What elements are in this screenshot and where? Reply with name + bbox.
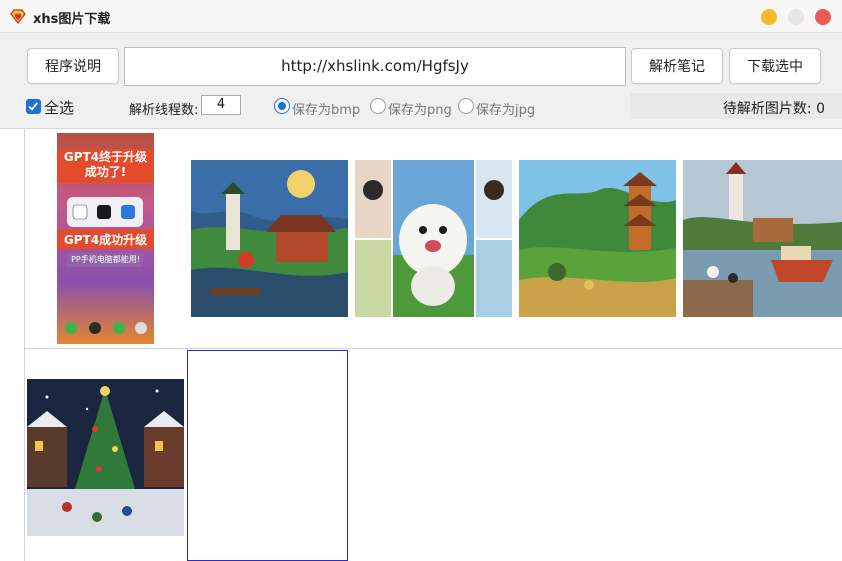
poster-headline: GPT4终于升级 成功了!: [57, 150, 154, 180]
maximize-button[interactable]: [788, 9, 804, 25]
options-row: 全选 解析线程数: 4 保存为bmp 保存为png 保存为jpg 待解析图片数:…: [0, 93, 842, 121]
checkmark-icon: [28, 102, 38, 111]
window-title: xhs图片下载: [33, 12, 111, 27]
url-input[interactable]: http://xhslink.com/HgfsJy: [124, 47, 626, 86]
thumbnail-green-pagoda[interactable]: [519, 160, 676, 317]
select-all-label[interactable]: 全选: [44, 97, 74, 118]
help-button[interactable]: 程序说明: [27, 48, 119, 84]
title-bar: xhs图片下载: [0, 0, 842, 33]
format-png-radio[interactable]: [370, 98, 386, 114]
poster-banner: GPT4成功升级: [63, 233, 148, 247]
format-bmp-radio[interactable]: [274, 98, 290, 114]
selected-empty-cell[interactable]: [187, 350, 348, 561]
thumbnail-christmas-village[interactable]: [27, 379, 184, 536]
select-all-checkbox[interactable]: [26, 99, 41, 114]
pending-label: 待解析图片数:: [722, 101, 812, 117]
pending-count-panel: 待解析图片数: 0: [630, 93, 842, 119]
format-jpg-label[interactable]: 保存为jpg: [476, 99, 535, 118]
poster-headline-line1: GPT4终于升级: [63, 150, 148, 164]
poster-headline-line2: 成功了!: [84, 165, 127, 179]
thumbnail-white-dog-comic[interactable]: [355, 160, 512, 317]
thumbnail-pagoda-village[interactable]: [191, 160, 348, 317]
thumbnail-lighthouse-harbor[interactable]: [683, 160, 842, 317]
parse-note-button[interactable]: 解析笔记: [631, 48, 723, 84]
format-bmp-label[interactable]: 保存为bmp: [292, 99, 360, 118]
threads-label: 解析线程数:: [129, 103, 199, 118]
format-jpg-radio[interactable]: [458, 98, 474, 114]
pending-count: 0: [816, 101, 825, 117]
diamond-heart-icon: [10, 9, 26, 25]
grid-divider: [24, 348, 842, 349]
image-grid: GPT4终于升级 成功了! GPT4成功升级 PP手机电脑都能用!: [0, 128, 842, 561]
close-button[interactable]: [815, 9, 831, 25]
poster-caption: PP手机电脑都能用!: [71, 255, 140, 264]
minimize-button[interactable]: [761, 9, 777, 25]
grid-divider: [24, 129, 25, 561]
download-selected-button[interactable]: 下载选中: [729, 48, 821, 84]
format-png-label[interactable]: 保存为png: [388, 99, 452, 118]
threads-input[interactable]: 4: [201, 95, 241, 115]
thumbnail-phone-poster[interactable]: GPT4终于升级 成功了! GPT4成功升级 PP手机电脑都能用!: [57, 133, 154, 344]
